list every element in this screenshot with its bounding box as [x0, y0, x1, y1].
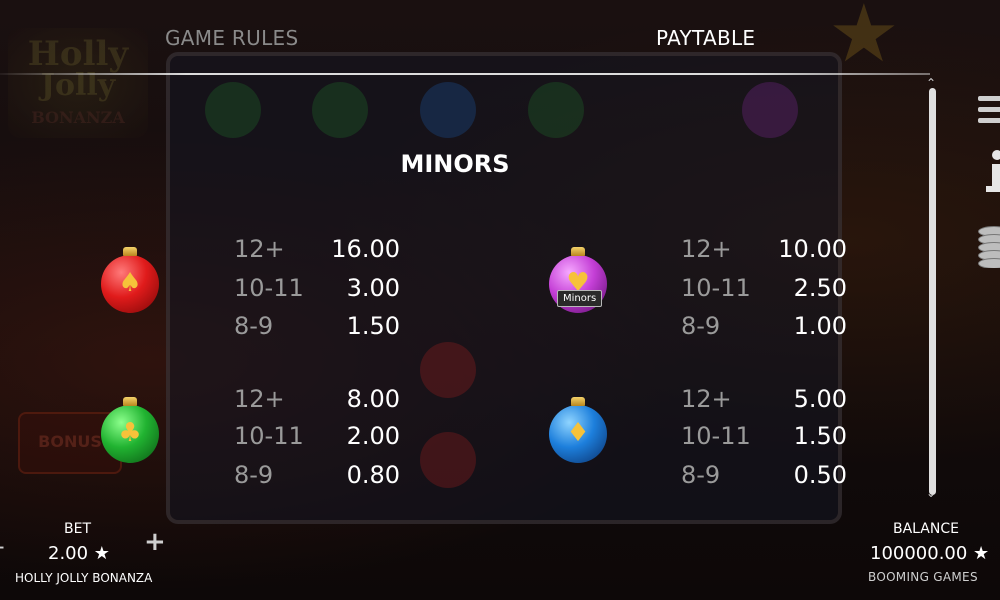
diamond-icon: ♦: [566, 418, 590, 448]
background-ornament: [528, 82, 584, 138]
bet-value: 2.00 ★: [48, 543, 110, 564]
bet-label: BET: [64, 521, 92, 537]
club-icon: ♣: [118, 418, 142, 448]
scrollbar-thumb[interactable]: [929, 88, 936, 495]
payout-value: 2.00: [346, 422, 400, 450]
payout-value: 1.50: [346, 312, 400, 340]
tab-underline: [0, 73, 930, 75]
blue-ornament-symbol-icon: ♦: [549, 397, 607, 463]
game-name: HOLLY JOLLY BONANZA: [15, 571, 153, 585]
background-logo-line3: BONANZA: [31, 108, 125, 127]
section-title: MINORS: [400, 150, 510, 178]
coins-icon[interactable]: [978, 226, 1000, 268]
vendor-logo: BOOMING GAMES: [868, 570, 978, 584]
spade-icon: ♠: [118, 268, 142, 298]
background-ornament: [420, 432, 476, 488]
payout-value: 1.50: [793, 422, 847, 450]
payout-value: 16.00: [331, 235, 400, 263]
balance-value: 100000.00 ★: [870, 543, 990, 564]
decrease-bet-button[interactable]: -: [0, 532, 5, 560]
payout-value: 3.00: [346, 274, 400, 302]
red-ornament-symbol-icon: ♠: [101, 247, 159, 313]
background-ornament: [420, 342, 476, 398]
background-logo: Holly Jolly BONANZA: [8, 28, 148, 138]
background-ornament: [742, 82, 798, 138]
balance-label: BALANCE: [893, 521, 959, 537]
symbol-tooltip: Minors: [557, 290, 603, 307]
chevron-down-icon[interactable]: ⌄: [926, 486, 936, 500]
payout-value: 2.50: [793, 274, 847, 302]
background-ornament: [420, 82, 476, 138]
payout-value: 0.80: [346, 461, 400, 489]
tab-game-rules[interactable]: GAME RULES: [165, 26, 298, 50]
tab-paytable[interactable]: PAYTABLE: [656, 26, 755, 50]
payout-value: 0.50: [793, 461, 847, 489]
background-ornament: [312, 82, 368, 138]
payout-value: 10.00: [778, 235, 847, 263]
background-ornament: [205, 82, 261, 138]
chevron-up-icon[interactable]: ⌃: [926, 76, 936, 90]
menu-icon[interactable]: [978, 96, 1000, 126]
info-icon[interactable]: [978, 150, 1000, 194]
payout-value: 8.00: [346, 385, 400, 413]
increase-bet-button[interactable]: +: [144, 527, 166, 557]
green-ornament-symbol-icon: ♣: [101, 397, 159, 463]
payout-value: 1.00: [793, 312, 847, 340]
payout-value: 5.00: [793, 385, 847, 413]
